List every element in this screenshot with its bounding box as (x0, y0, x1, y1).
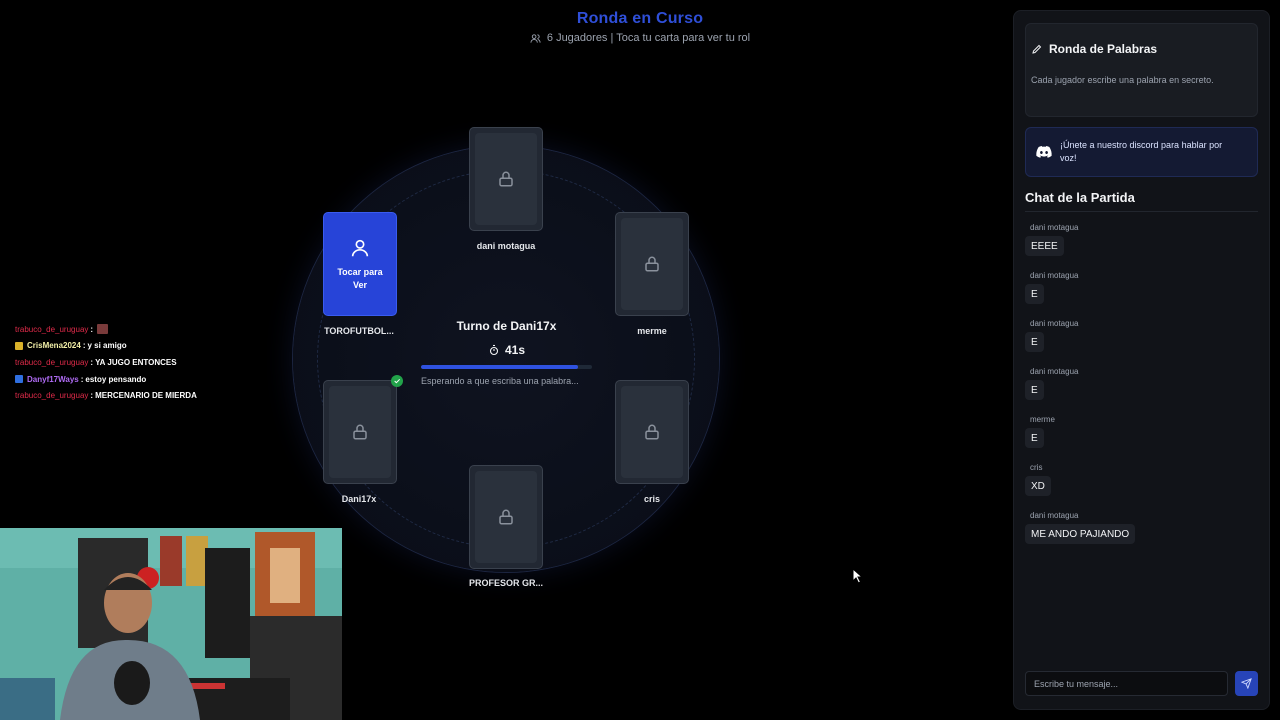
player-card-cris (615, 380, 689, 484)
player-name: Dani17x (341, 494, 377, 504)
round-description: Cada jugador escribe una palabra en secr… (1031, 75, 1214, 85)
users-icon (530, 33, 541, 43)
turn-status: Esperando a que escriba una palabra... (421, 376, 579, 386)
player-card-profesor (469, 465, 543, 569)
chat-title: Chat de la Partida (1025, 190, 1135, 205)
chat-message-author: dani motagua (1030, 367, 1079, 376)
turn-panel: Turno de Dani17x 41s Esperando a que esc… (421, 319, 592, 388)
stream-chat-user: CrisMena2024 (27, 341, 81, 351)
chat-message-text: E (1025, 380, 1044, 400)
lock-icon (353, 424, 367, 440)
round-title: Ronda de Palabras (1031, 42, 1157, 56)
lock-icon (645, 424, 659, 440)
chat-message: dani motagua EEEE (1025, 223, 1258, 271)
stream-chat-line: trabuco_de_uruguay : (15, 321, 305, 338)
stream-chat-user: trabuco_de_uruguay (15, 357, 89, 367)
chat-message-text: ME ANDO PAJIANDO (1025, 524, 1136, 544)
emote-icon (97, 324, 109, 335)
stream-chat-line: Danyf17Ways : estoy pensando (15, 371, 305, 388)
player-name: merme (637, 326, 667, 336)
player-card-merme (615, 212, 689, 316)
subscriber-badge-icon (15, 341, 23, 350)
discord-banner[interactable]: ¡Únete a nuestro discord para hablar por… (1025, 127, 1258, 177)
webcam-image (0, 528, 342, 720)
chat-message-author: dani motagua (1030, 319, 1079, 328)
chat-message: cris XD (1025, 463, 1258, 511)
discord-icon (1036, 146, 1052, 158)
prime-badge-icon (15, 375, 23, 384)
player-name: TOROFUTBOL... (324, 326, 394, 336)
lock-icon (645, 256, 659, 272)
chat-message-input[interactable] (1025, 671, 1228, 696)
discord-text: ¡Únete a nuestro discord para hablar por… (1060, 140, 1223, 163)
chat-message: merme E (1025, 415, 1258, 463)
round-info-card (1025, 23, 1258, 117)
chat-message: dani motagua ME ANDO PAJIANDO (1025, 511, 1258, 559)
send-icon (1241, 678, 1252, 689)
pencil-icon (1032, 44, 1042, 54)
stream-chat-line: CrisMena2024 : y si amigo (15, 338, 305, 355)
check-icon (391, 375, 403, 387)
stream-chat-text: MERCENARIO DE MIERDA (95, 391, 197, 401)
chat-message-author: dani motagua (1030, 223, 1079, 232)
lock-icon (499, 171, 513, 187)
turn-title: Turno de Dani17x (456, 319, 557, 333)
lock-icon (499, 509, 513, 525)
stream-chat-overlay: trabuco_de_uruguay : CrisMena2024 : y si… (15, 321, 305, 404)
turn-progress-bar (421, 365, 592, 369)
stream-chat-line: trabuco_de_uruguay : YA JUGO ENTONCES (15, 357, 177, 367)
player-card-dani17x (323, 380, 397, 484)
stream-chat-user: trabuco_de_uruguay (15, 324, 89, 334)
user-icon (351, 239, 369, 257)
chat-message: dani motagua E (1025, 319, 1258, 367)
stream-chat-line: trabuco_de_uruguay : MERCENARIO DE MIERD… (15, 391, 197, 401)
player-card-dani-motagua (469, 127, 543, 231)
player-name: PROFESOR GR... (468, 578, 543, 588)
player-name: dani motagua (476, 241, 536, 251)
chat-message-text: E (1025, 332, 1044, 352)
chat-message-author: cris (1030, 463, 1043, 472)
stream-chat-text: YA JUGO ENTONCES (95, 357, 177, 367)
subtitle-text: 6 Jugadores | Toca tu carta para ver tu … (546, 32, 751, 44)
chat-message-author: dani motagua (1030, 271, 1079, 280)
timer-value: 41s (504, 343, 526, 357)
send-button[interactable] (1235, 671, 1258, 696)
chat-message-text: E (1025, 284, 1044, 304)
divider (1025, 211, 1258, 212)
stream-chat-user: trabuco_de_uruguay (15, 391, 89, 401)
my-card-reveal-button[interactable]: Tocar para Ver (323, 212, 397, 316)
chat-message-author: merme (1030, 415, 1055, 424)
timer-icon (489, 344, 499, 356)
chat-message-list: dani motagua EEEE dani motagua E dani mo… (1025, 223, 1258, 559)
stream-chat-user: Danyf17Ways (27, 374, 79, 384)
turn-timer: 41s (421, 343, 592, 357)
stream-chat-text: estoy pensando (85, 374, 147, 384)
turn-progress-fill (421, 365, 579, 369)
chat-message-text: EEEE (1025, 236, 1064, 256)
webcam-overlay (0, 528, 342, 720)
player-name: cris (643, 494, 660, 504)
chat-message: dani motagua E (1025, 367, 1258, 415)
round-title-text: Ronda de Palabras (1049, 42, 1158, 56)
chat-message-text: E (1025, 428, 1044, 448)
chat-message-author: dani motagua (1030, 511, 1079, 520)
reveal-label: Tocar para Ver (337, 267, 383, 290)
side-panel: Ronda de Palabras Cada jugador escribe u… (1013, 10, 1270, 710)
chat-message-text: XD (1025, 476, 1051, 496)
stream-chat-text: y si amigo (87, 341, 127, 351)
chat-message: dani motagua E (1025, 271, 1258, 319)
mouse-cursor-icon (852, 568, 864, 584)
